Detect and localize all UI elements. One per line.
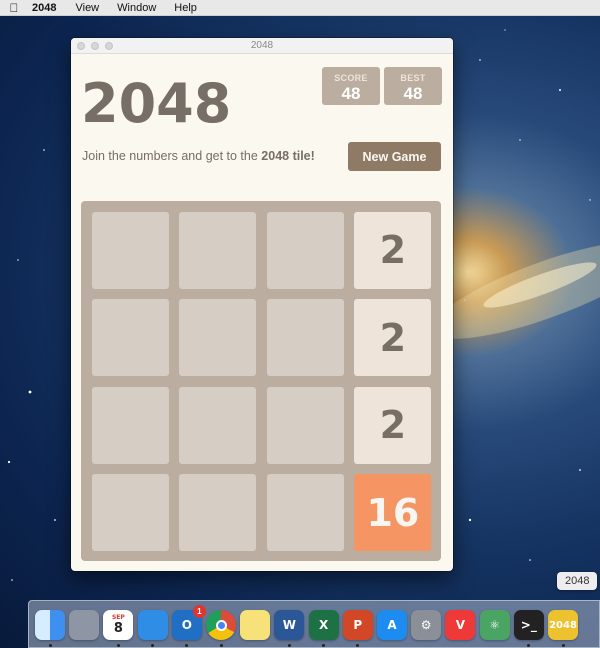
calendar-month: SEP	[111, 614, 125, 621]
notes-icon[interactable]	[240, 610, 271, 640]
intro-text: Join the numbers and get to the	[82, 149, 262, 163]
finder-icon[interactable]	[35, 610, 65, 640]
game-intro: Join the numbers and get to the 2048 til…	[82, 149, 315, 163]
window-titlebar[interactable]: 2048	[71, 38, 453, 54]
running-indicator	[48, 644, 52, 647]
mail-icon[interactable]: O1	[171, 605, 206, 640]
tile: 16	[354, 474, 432, 552]
intro-goal: 2048 tile!	[261, 149, 315, 163]
notification-badge: 1	[192, 605, 206, 618]
menu-bar:  2048 View Window Help	[0, 0, 600, 16]
atom-icon[interactable]: ⚛	[479, 610, 510, 640]
game-board[interactable]: 2 2 2 16	[81, 201, 441, 561]
window-title: 2048	[250, 40, 274, 51]
zoom-button[interactable]	[105, 42, 113, 50]
dock-icon-label: 2048	[549, 619, 577, 631]
running-indicator	[287, 644, 291, 647]
vivaldi-icon[interactable]: V	[445, 610, 476, 640]
new-game-button[interactable]: New Game	[348, 142, 441, 171]
menu-help[interactable]: Help	[165, 2, 206, 14]
minimize-button[interactable]	[91, 42, 99, 50]
compass-icon[interactable]	[137, 610, 168, 640]
word-icon[interactable]: W	[274, 610, 305, 640]
empty-cell	[91, 211, 169, 289]
dock-icon-label: >_	[520, 618, 537, 632]
best-box: BEST 48	[384, 67, 442, 105]
chrome-center	[215, 619, 227, 631]
terminal-icon[interactable]: >_	[513, 610, 544, 640]
running-indicator	[219, 644, 223, 647]
gear-icon[interactable]: ⚙	[411, 610, 442, 640]
dock-icon-label: ⚙	[420, 618, 432, 632]
dock-icon-label: A	[387, 618, 397, 632]
empty-cell	[91, 474, 169, 552]
empty-cell	[179, 386, 257, 464]
calendar-day: 8	[113, 621, 123, 636]
dock-icon-label: O	[181, 618, 192, 632]
best-value: 48	[403, 84, 423, 103]
score-box: SCORE 48	[322, 67, 380, 105]
powerpoint-icon[interactable]: P	[342, 610, 373, 640]
tile: 2	[354, 299, 432, 377]
rocket-icon[interactable]	[69, 610, 100, 640]
game-heading: 2048	[81, 72, 232, 135]
menu-window[interactable]: Window	[108, 2, 165, 14]
empty-cell	[266, 211, 344, 289]
calendar-icon[interactable]: SEP 8	[103, 610, 134, 640]
empty-cell	[179, 211, 257, 289]
running-indicator	[561, 644, 565, 647]
menu-app-name[interactable]: 2048	[28, 2, 66, 14]
dock-icon-label: ⚛	[489, 618, 500, 632]
empty-cell	[179, 299, 257, 377]
tile: 2	[354, 386, 432, 464]
empty-cell	[266, 299, 344, 377]
apple-icon[interactable]: 	[0, 1, 28, 15]
dock-tooltip: 2048	[557, 572, 598, 590]
game-window: 2048 2048 SCORE 48 BEST 48 Join the numb…	[71, 38, 453, 571]
empty-cell	[266, 386, 344, 464]
score-value: 48	[341, 84, 361, 103]
dock-icon-label: X	[318, 618, 329, 632]
app-store-icon[interactable]: A	[377, 610, 407, 640]
best-label: BEST	[400, 73, 426, 83]
excel-icon[interactable]: X	[308, 610, 339, 640]
dock-icon-label: P	[353, 618, 363, 632]
score-label: SCORE	[334, 73, 368, 83]
dock-icon-label: W	[282, 618, 297, 632]
dock-icon-label: V	[455, 618, 466, 632]
close-button[interactable]	[77, 42, 85, 50]
empty-cell	[91, 299, 169, 377]
empty-cell	[91, 386, 169, 464]
tile: 2	[354, 211, 432, 289]
chrome-icon[interactable]	[206, 610, 236, 640]
empty-cell	[266, 474, 344, 552]
menu-view[interactable]: View	[66, 2, 108, 14]
empty-cell	[179, 474, 257, 552]
2048-icon[interactable]: 2048	[548, 610, 578, 640]
running-indicator	[116, 644, 120, 647]
